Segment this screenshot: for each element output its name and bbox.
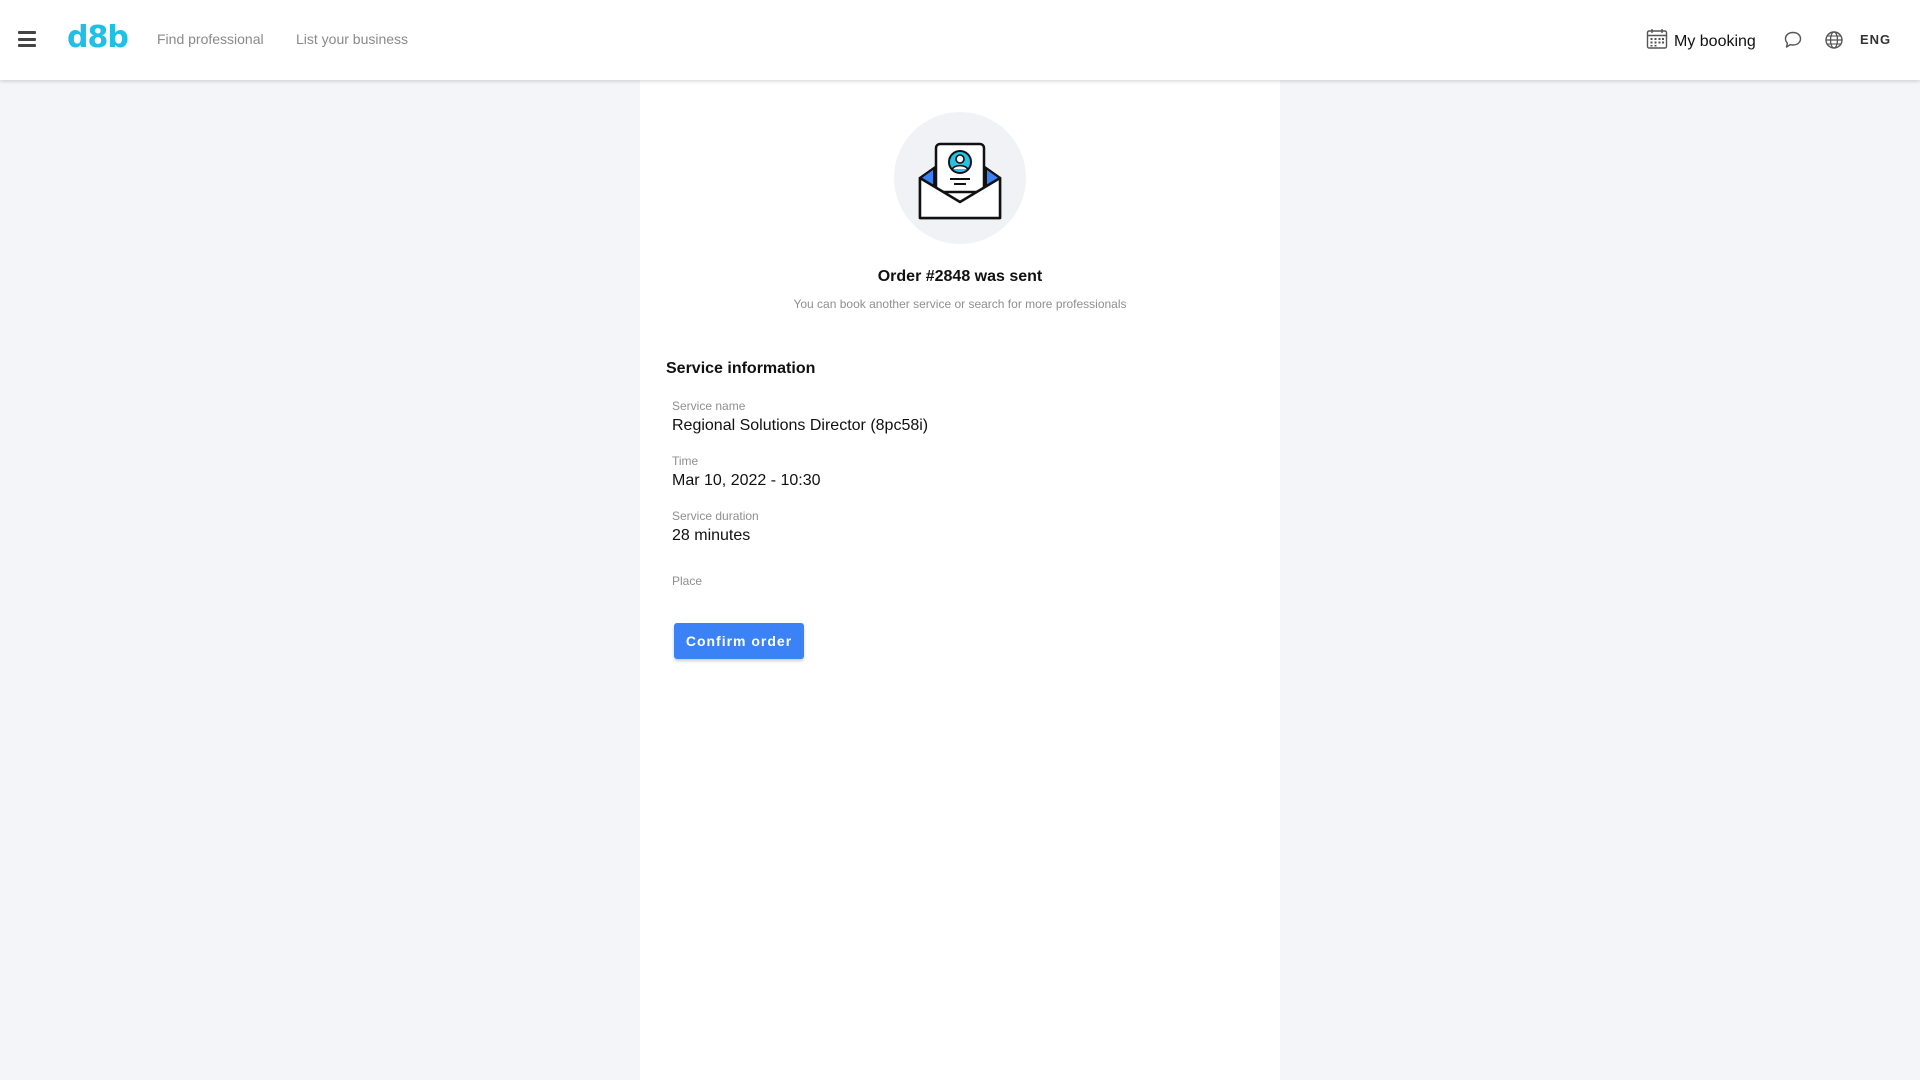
- order-sent-subtitle: You can book another service or search f…: [793, 297, 1127, 311]
- service-duration-value: 28 minutes: [672, 527, 751, 544]
- logo[interactable]: d8b: [67, 20, 129, 55]
- envelope-with-profile-icon: [894, 112, 1026, 244]
- globe-icon[interactable]: [1824, 30, 1844, 55]
- hamburger-menu-icon[interactable]: [16, 28, 38, 50]
- order-sent-title: Order #2848 was sent: [877, 268, 1043, 285]
- nav-find-professional[interactable]: Find professional: [157, 31, 264, 47]
- top-navigation-bar: d8b Find professional List your business…: [0, 0, 1920, 80]
- time-value: Mar 10, 2022 - 10:30: [672, 472, 821, 489]
- my-booking-button[interactable]: My booking: [1646, 28, 1756, 55]
- calendar-icon: [1646, 28, 1668, 55]
- language-selector[interactable]: ENG: [1860, 32, 1891, 47]
- place-label: Place: [672, 574, 703, 588]
- time-label: Time: [672, 454, 699, 468]
- confirm-order-button[interactable]: Confirm order: [674, 623, 804, 659]
- nav-list-your-business[interactable]: List your business: [296, 31, 408, 47]
- my-booking-label: My booking: [1674, 32, 1756, 50]
- service-duration-label: Service duration: [672, 509, 759, 523]
- service-information-heading: Service information: [666, 360, 816, 377]
- service-name-label: Service name: [672, 399, 746, 413]
- order-confirmation-card: Order #2848 was sent You can book anothe…: [640, 80, 1280, 1080]
- chat-icon[interactable]: [1783, 30, 1803, 55]
- service-name-value: Regional Solutions Director (8pc58i): [672, 417, 929, 434]
